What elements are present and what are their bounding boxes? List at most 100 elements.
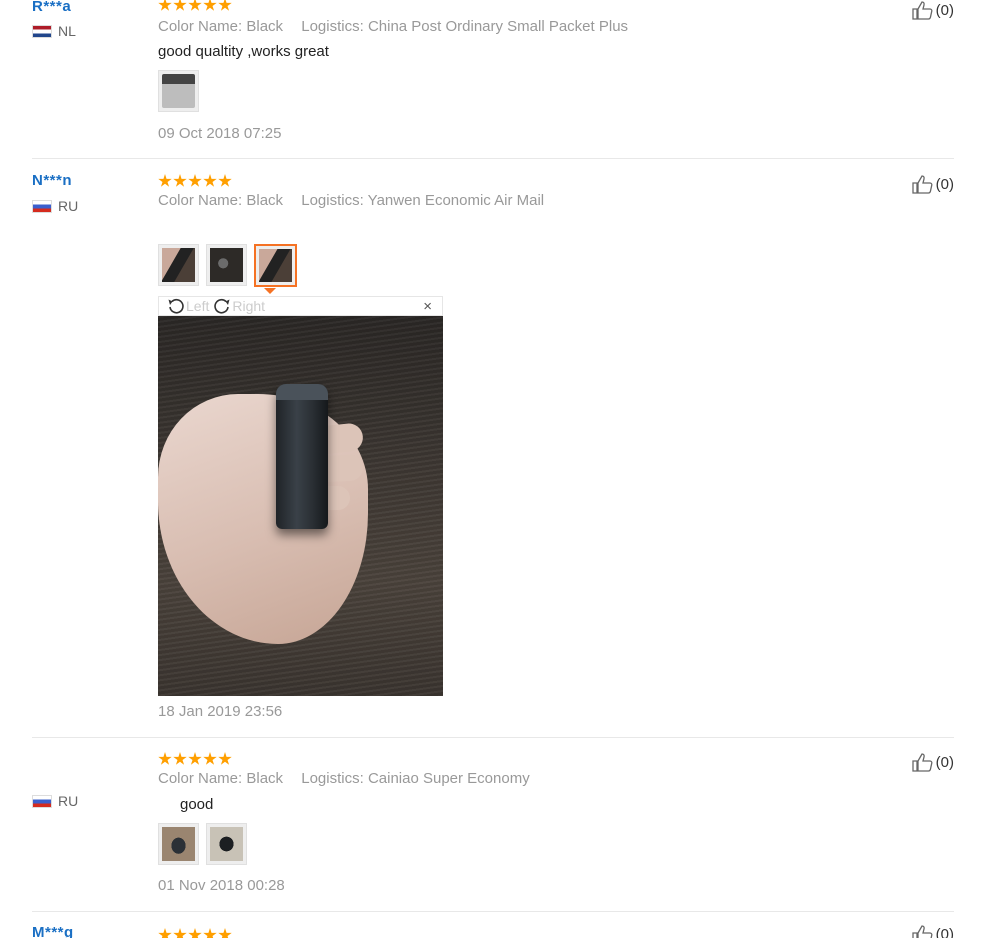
color-name-value: Black	[246, 192, 284, 209]
star-icon	[173, 928, 187, 938]
order-info: Color Name: Black Logistics: Cainiao Sup…	[158, 770, 530, 787]
star-icon	[173, 174, 187, 187]
star-icon	[188, 174, 202, 187]
star-icon	[158, 928, 172, 938]
star-icon	[218, 928, 232, 938]
reviewer-country: RU	[32, 793, 78, 809]
logistics-label: Logistics:	[301, 192, 364, 209]
color-name-label: Color Name:	[158, 18, 243, 35]
reviewer-country: NL	[32, 23, 76, 39]
thumbs-up-icon	[912, 753, 933, 772]
star-icon	[203, 0, 217, 11]
country-code: RU	[58, 793, 79, 809]
photo-image	[162, 74, 195, 108]
review-item: N***n RU Color Name: Black Logistics: Ya…	[32, 172, 954, 732]
photo-image	[210, 248, 243, 282]
review-date: 18 Jan 2019 23:56	[158, 703, 283, 720]
logistics-label: Logistics:	[301, 18, 364, 35]
star-rating	[158, 752, 232, 766]
thumbs-up-icon	[912, 1, 933, 20]
review-divider	[32, 158, 954, 159]
review-photo-thumb[interactable]	[158, 823, 199, 865]
star-icon	[158, 752, 172, 765]
order-info: Color Name: Black Logistics: Yanwen Econ…	[158, 192, 544, 209]
thumbs-up-icon	[912, 925, 933, 938]
review-photo-thumb[interactable]	[206, 823, 247, 865]
helpful-count: (0)	[935, 925, 954, 938]
star-icon	[188, 928, 202, 938]
review-photo-thumb[interactable]	[158, 70, 199, 112]
review-photo-thumb[interactable]	[158, 244, 199, 286]
close-viewer-button[interactable]: ×	[423, 297, 432, 317]
star-icon	[203, 928, 217, 938]
photo-image	[210, 827, 243, 861]
rotate-right-icon	[214, 298, 230, 314]
review-photos	[158, 244, 297, 287]
review-photos	[158, 70, 199, 112]
review-text: good	[180, 796, 214, 813]
review-date: 09 Oct 2018 07:25	[158, 125, 282, 142]
photo-viewer-toolbar: Left Right ×	[158, 296, 443, 316]
rotate-left-icon	[168, 298, 184, 314]
review-photo-thumb-selected[interactable]	[254, 244, 297, 287]
rotate-left-label: Left	[186, 298, 210, 314]
photo-belt-clip	[276, 384, 328, 529]
flag-ru-icon	[32, 199, 52, 213]
helpful-button[interactable]: (0)	[912, 924, 954, 938]
star-icon	[203, 752, 217, 765]
star-icon	[203, 174, 217, 187]
review-date: 01 Nov 2018 00:28	[158, 877, 285, 894]
review-item: R***a NL Color Name: Black Logistics: Ch…	[32, 0, 954, 150]
star-icon	[173, 0, 187, 11]
country-code: NL	[58, 23, 76, 39]
country-code: RU	[58, 198, 79, 214]
order-info: Color Name: Black Logistics: China Post …	[158, 18, 628, 35]
star-icon	[188, 752, 202, 765]
star-icon	[173, 752, 187, 765]
reviewer-name[interactable]: R***a	[32, 0, 71, 15]
star-icon	[218, 752, 232, 765]
logistics-value: China Post Ordinary Small Packet Plus	[367, 18, 629, 35]
photo-belt-clip-top	[276, 384, 328, 400]
rotate-left-button[interactable]: Left	[167, 297, 209, 315]
logistics-label: Logistics:	[301, 770, 364, 787]
review-text: good qualtity ,works great	[158, 43, 329, 60]
rotate-right-label: Right	[232, 298, 266, 314]
reviewer-name[interactable]: N***n	[32, 172, 72, 189]
review-item: M***g (0)	[32, 924, 954, 938]
photo-image	[162, 248, 195, 282]
color-name-label: Color Name:	[158, 770, 243, 787]
star-icon	[158, 0, 172, 11]
review-photo-thumb[interactable]	[206, 244, 247, 286]
review-photos	[158, 823, 247, 865]
rotate-right-button[interactable]: Right	[213, 297, 265, 315]
star-rating	[158, 928, 232, 938]
reviewer-country: RU	[32, 198, 78, 214]
star-icon	[218, 174, 232, 187]
review-item: RU Color Name: Black Logistics: Cainiao …	[32, 750, 954, 900]
helpful-button[interactable]: (0)	[912, 174, 954, 194]
helpful-button[interactable]: (0)	[912, 0, 954, 20]
photo-image	[162, 827, 195, 861]
star-rating	[158, 0, 232, 12]
star-icon	[188, 0, 202, 11]
logistics-value: Cainiao Super Economy	[367, 770, 530, 787]
review-feed: R***a NL Color Name: Black Logistics: Ch…	[0, 0, 1000, 938]
logistics-value: Yanwen Economic Air Mail	[367, 192, 545, 209]
enlarged-review-photo	[158, 316, 443, 696]
helpful-button[interactable]: (0)	[912, 752, 954, 772]
flag-ru-icon	[32, 794, 52, 808]
helpful-count: (0)	[935, 753, 954, 771]
flag-nl-icon	[32, 24, 52, 38]
color-name-value: Black	[246, 770, 284, 787]
helpful-count: (0)	[935, 1, 954, 19]
color-name-label: Color Name:	[158, 192, 243, 209]
selected-photo-pointer	[264, 288, 276, 294]
photo-viewer: Left Right ×	[158, 296, 443, 696]
review-divider	[32, 737, 954, 738]
color-name-value: Black	[246, 18, 284, 35]
thumbs-up-icon	[912, 175, 933, 194]
star-rating	[158, 174, 232, 188]
reviewer-name[interactable]: M***g	[32, 924, 74, 938]
star-icon	[218, 0, 232, 11]
